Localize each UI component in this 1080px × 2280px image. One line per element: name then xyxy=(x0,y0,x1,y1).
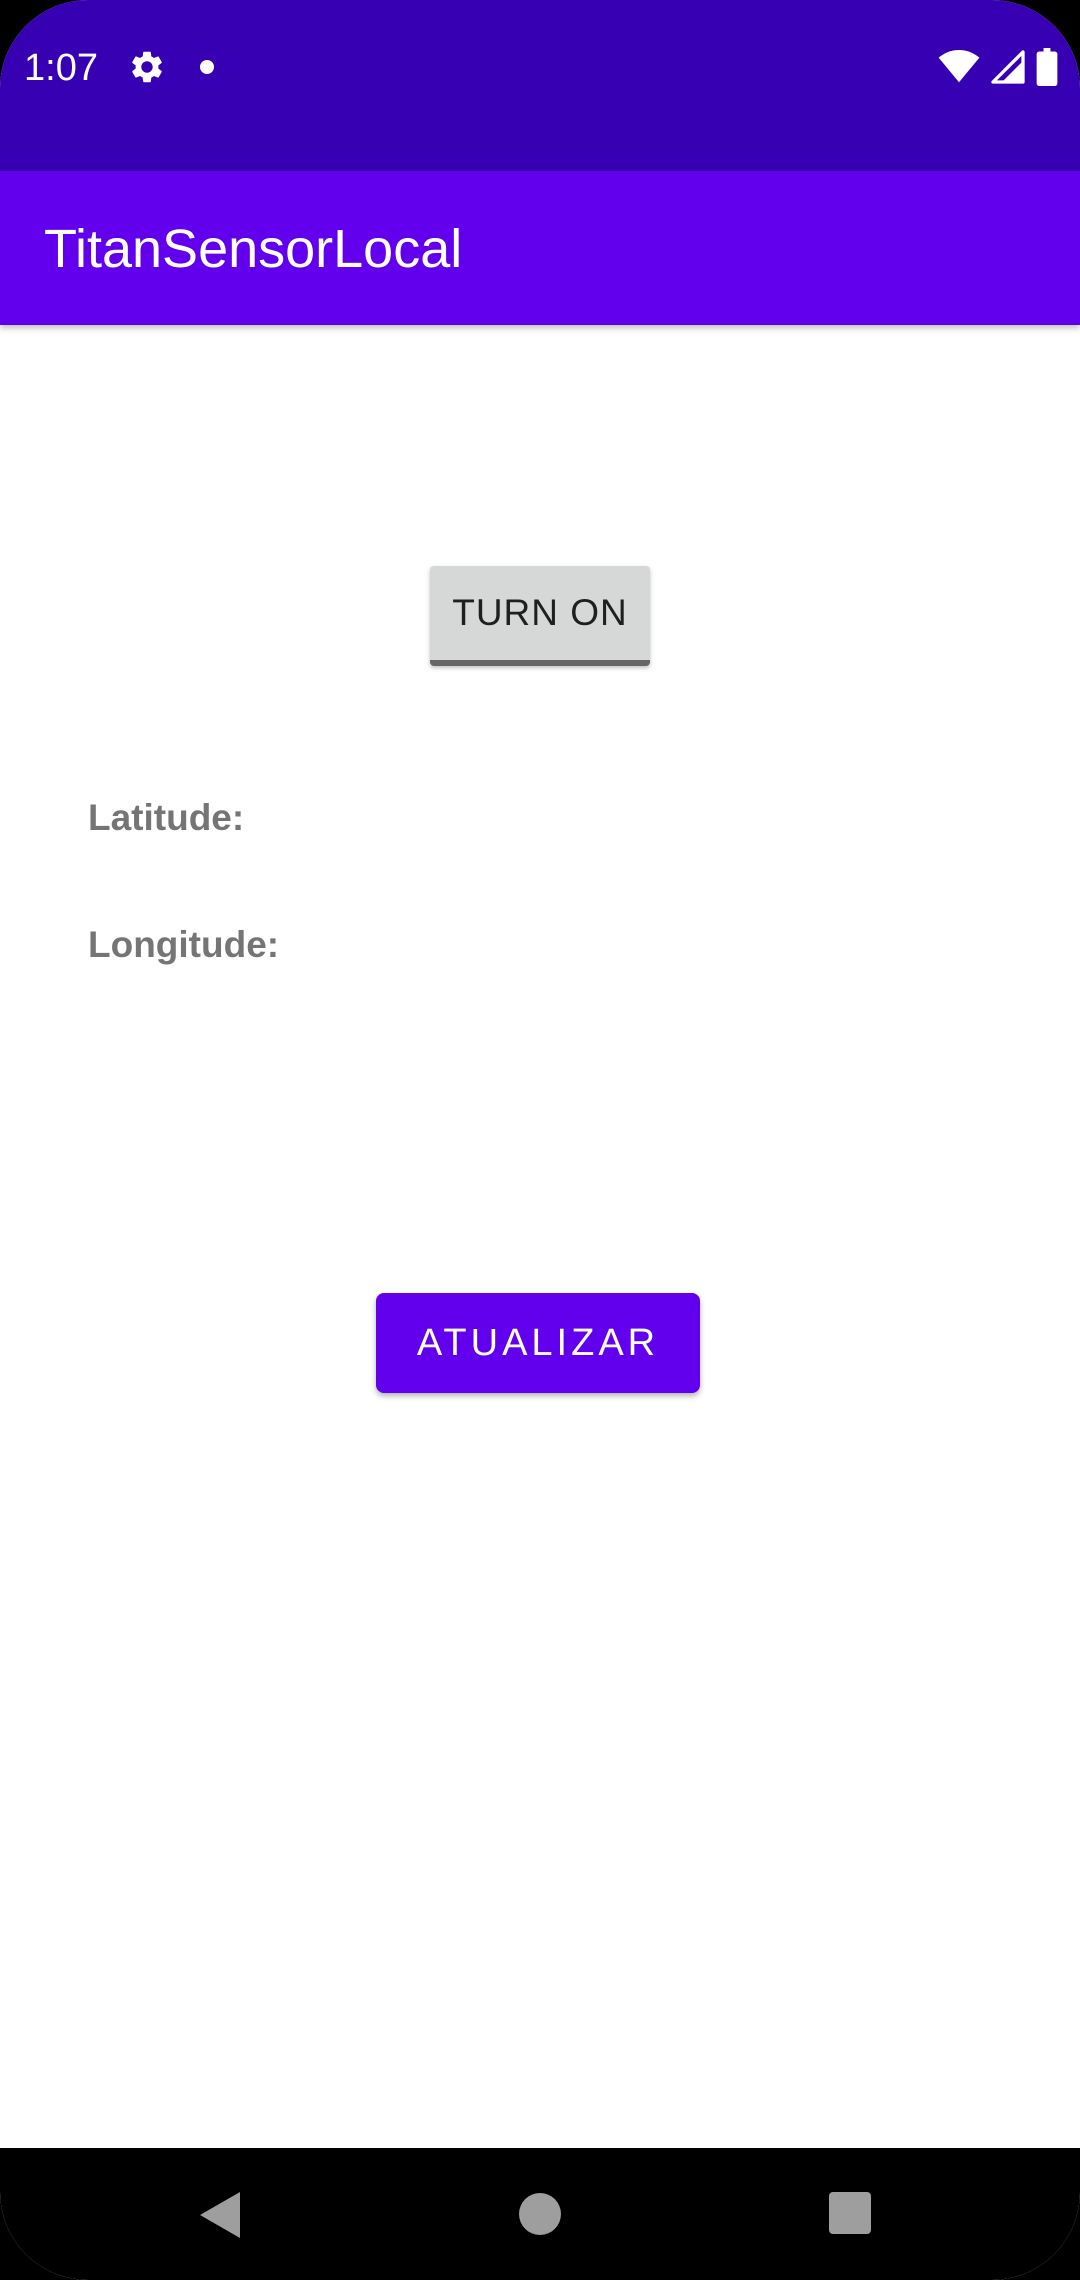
wifi-icon xyxy=(938,50,980,83)
notification-dot-icon xyxy=(200,60,214,74)
app-bar: TitanSensorLocal xyxy=(0,171,1080,325)
app-title: TitanSensorLocal xyxy=(44,219,463,279)
latitude-label: Latitude: xyxy=(88,797,245,838)
gear-icon xyxy=(132,51,162,83)
status-bar: 1:07 xyxy=(0,0,1080,171)
phone-screen: 1:07 TitanSensorLocal TURN ON Latitude: … xyxy=(0,0,1080,2280)
longitude-label: Longitude: xyxy=(88,924,280,965)
navigation-bar xyxy=(0,2148,1080,2280)
battery-icon xyxy=(1036,48,1058,86)
signal-icon xyxy=(991,50,1025,84)
update-button[interactable]: ATUALIZAR xyxy=(376,1293,700,1393)
turn-on-toggle-button[interactable]: TURN ON xyxy=(430,566,650,666)
back-icon[interactable] xyxy=(200,2192,240,2238)
status-time: 1:07 xyxy=(24,47,98,89)
recents-icon[interactable] xyxy=(829,2192,871,2234)
status-icons xyxy=(938,48,1058,86)
home-icon[interactable] xyxy=(519,2193,561,2235)
